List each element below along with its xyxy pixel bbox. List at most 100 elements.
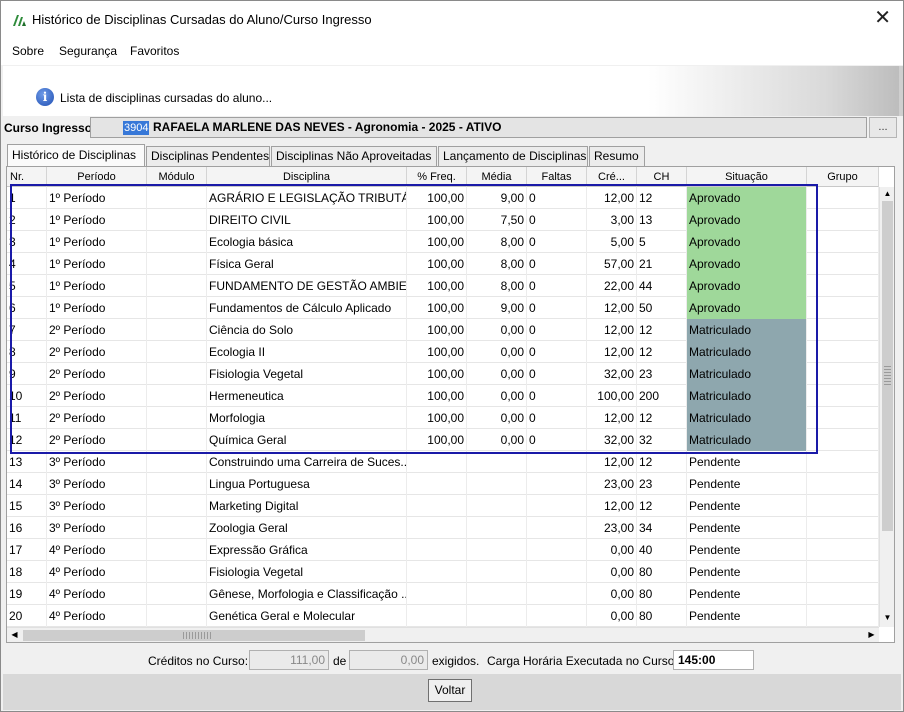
curso-ingresso-label: Curso Ingresso: [4, 121, 97, 135]
main-window: Histórico de Disciplinas Cursadas do Alu… [0, 0, 904, 712]
cell-faltas: 0 [527, 231, 587, 253]
table-row[interactable]: 14 3º Período Lingua Portuguesa 23,00 23 Pend… [7, 473, 879, 495]
table-row[interactable]: 10 2º Período Hermeneutica 100,00 0,00 0 100,0… [7, 385, 879, 407]
table-row[interactable]: 4 1º Período Física Geral 100,00 8,00 0 57,00 2… [7, 253, 879, 275]
table-row[interactable]: 13 3º Período Construindo uma Carreira de … [7, 451, 879, 473]
cell-faltas: 0 [527, 297, 587, 319]
cell-situacao: Aprovado [687, 231, 807, 253]
info-panel: i Lista de disciplinas cursadas do aluno… [3, 66, 899, 116]
cell-modulo [147, 451, 207, 473]
cell-grupo [807, 495, 879, 517]
tab-nao-aproveitadas[interactable]: Disciplinas Não Aproveitadas [271, 146, 437, 166]
close-icon[interactable]: ✕ [874, 8, 891, 28]
cell-faltas: 0 [527, 319, 587, 341]
column-header-ch[interactable]: CH [637, 167, 687, 187]
cell-modulo [147, 429, 207, 451]
table-row[interactable]: 15 3º Período Marketing Digital 12,00 12 Pend… [7, 495, 879, 517]
cell-freq [407, 583, 467, 605]
column-header-media[interactable]: Média [467, 167, 527, 187]
cell-disciplina: Gênese, Morfologia e Classificação ... [207, 583, 407, 605]
table-row[interactable]: 11º Período AGRÁRIO E LEGISLAÇÃO TRIBUTÁR… [7, 187, 879, 209]
disciplinas-grid[interactable]: Nr. Período Módulo Disciplina% Freq. Média Fa… [6, 166, 895, 643]
cell-nr: 15 [7, 495, 47, 517]
curso-lookup-button[interactable]: ... [869, 117, 897, 138]
scroll-up-icon[interactable]: ▲ [880, 189, 894, 198]
table-row[interactable]: 2 1º Período DIREITO CIVIL 100,00 7,50 0 3,00 1… [7, 209, 879, 231]
menu-seguranca[interactable]: Segurança [59, 44, 117, 58]
cell-media: 0,00 [467, 429, 527, 451]
column-header-faltas[interactable]: Faltas [527, 167, 587, 187]
table-row[interactable]: 5 1º Período FUNDAMENTO DE GESTÃO AMBIE...… [7, 275, 879, 297]
cell-ch: 12 [637, 407, 687, 429]
table-row[interactable]: 17 4º Período Expressão Gráfica 0,00 40 Pende… [7, 539, 879, 561]
cell-periodo: 2º Período [47, 363, 147, 385]
cell-faltas [527, 605, 587, 627]
cell-ch: 44 [637, 275, 687, 297]
column-header-disciplina[interactable]: Disciplina [207, 167, 407, 187]
cell-faltas: 0 [527, 341, 587, 363]
menu-favoritos[interactable]: Favoritos [130, 44, 179, 58]
tab-historico[interactable]: Histórico de Disciplinas [7, 144, 145, 166]
cell-disciplina: Fisiologia Vegetal [207, 363, 407, 385]
tab-pendentes[interactable]: Disciplinas Pendentes [146, 146, 270, 166]
table-row[interactable]: 8 2º Período Ecologia II 100,00 0,00 0 12,00 12… [7, 341, 879, 363]
table-row[interactable]: 19 4º Período Gênese, Morfologia e Classif… [7, 583, 879, 605]
cell-freq [407, 451, 467, 473]
column-header-situacao[interactable]: Situação [687, 167, 807, 187]
scroll-right-icon[interactable]: ▶ [864, 630, 879, 639]
cell-nr: 18 [7, 561, 47, 583]
cell-freq [407, 539, 467, 561]
cell-nr: 12 [7, 429, 47, 451]
cell-nr: 14 [7, 473, 47, 495]
vertical-scrollbar[interactable]: ▲ ▼ [879, 187, 894, 627]
cell-modulo [147, 209, 207, 231]
table-row[interactable]: 16 3º Período Zoologia Geral 23,00 34 Pendent… [7, 517, 879, 539]
horizontal-scrollbar[interactable]: ◀ ▶ [7, 627, 879, 642]
tab-resumo[interactable]: Resumo [589, 146, 645, 166]
column-header-periodo[interactable]: Período [47, 167, 147, 187]
cell-freq: 100,00 [407, 385, 467, 407]
table-row[interactable]: 9 2º Período Fisiologia Vegetal 100,00 0,00 0… [7, 363, 879, 385]
column-header-nr[interactable]: Nr. [7, 167, 47, 187]
cell-situacao: Pendente [687, 605, 807, 627]
column-header-modulo[interactable]: Módulo [147, 167, 207, 187]
cell-ch: 21 [637, 253, 687, 275]
cell-creditos: 22,00 [587, 275, 637, 297]
voltar-button[interactable]: Voltar [428, 679, 472, 702]
table-row[interactable]: 7 2º Período Ciência do Solo 100,00 0,00 0 12,… [7, 319, 879, 341]
cell-creditos: 12,00 [587, 407, 637, 429]
table-row[interactable]: 11 2º Período Morfologia 100,00 0,00 0 12,00 12… [7, 407, 879, 429]
scroll-down-icon[interactable]: ▼ [880, 613, 894, 622]
cell-periodo: 3º Período [47, 495, 147, 517]
scroll-left-icon[interactable]: ◀ [7, 630, 22, 639]
vertical-scroll-thumb[interactable] [882, 201, 893, 531]
column-header-creditos[interactable]: Cré... [587, 167, 637, 187]
curso-code[interactable]: 3904 [123, 121, 150, 135]
horizontal-scroll-thumb[interactable] [23, 630, 365, 641]
cell-modulo [147, 187, 207, 209]
tab-lancamento[interactable]: Lançamento de Disciplinas [438, 146, 588, 166]
column-header-freq[interactable]: % Freq. [407, 167, 467, 187]
cell-nr: 5 [7, 275, 47, 297]
curso-ingresso-field[interactable]: 3904 RAFAELA MARLENE DAS NEVES - Agronom… [90, 117, 867, 138]
cell-disciplina: Construindo uma Carreira de Suces... [207, 451, 407, 473]
table-row[interactable]: 6 1º Período Fundamentos de Cálculo Aplica… [7, 297, 879, 319]
table-row[interactable]: 12 2º Período Química Geral 100,00 0,00 0 32,0… [7, 429, 879, 451]
table-row[interactable]: 3 1º Período Ecologia básica 100,00 8,00 0 5,0… [7, 231, 879, 253]
cell-disciplina: AGRÁRIO E LEGISLAÇÃO TRIBUTÁRIA [207, 187, 407, 209]
menu-sobre[interactable]: Sobre [12, 44, 44, 58]
cell-nr: 17 [7, 539, 47, 561]
exigidos-label: exigidos. [432, 654, 480, 668]
column-header-grupo[interactable]: Grupo [807, 167, 879, 187]
cell-periodo: 2º Período [47, 385, 147, 407]
cell-media [467, 451, 527, 473]
cell-grupo [807, 297, 879, 319]
table-row[interactable]: 20 4º Período Genética Geral e Molecular 0,… [7, 605, 879, 627]
cell-disciplina: FUNDAMENTO DE GESTÃO AMBIE... [207, 275, 407, 297]
cell-creditos: 100,00 [587, 385, 637, 407]
cell-grupo [807, 341, 879, 363]
cell-disciplina: Marketing Digital [207, 495, 407, 517]
cell-freq: 100,00 [407, 319, 467, 341]
table-row[interactable]: 18 4º Período Fisiologia Vegetal 0,00 80 Pend… [7, 561, 879, 583]
cell-freq [407, 495, 467, 517]
